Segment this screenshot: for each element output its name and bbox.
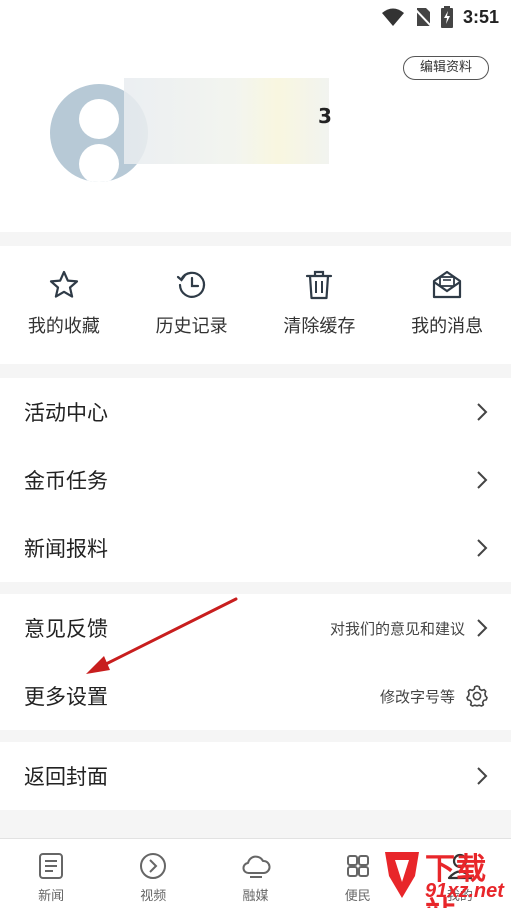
favorites-button[interactable]: 我的收藏 bbox=[0, 246, 128, 364]
chevron-right-icon bbox=[477, 539, 488, 557]
menu-item-more-settings[interactable]: 更多设置 修改字号等 bbox=[0, 662, 511, 730]
menu-group-2: 意见反馈 对我们的意见和建议 更多设置 修改字号等 bbox=[0, 594, 511, 730]
tab-news[interactable]: 新闻 bbox=[0, 839, 102, 908]
battery-charging-icon bbox=[440, 6, 453, 28]
play-icon bbox=[140, 853, 167, 879]
menu-group-3: 返回封面 bbox=[0, 742, 511, 810]
menu-item-label: 更多设置 bbox=[24, 685, 108, 709]
star-icon bbox=[49, 270, 78, 298]
chevron-right-icon bbox=[477, 619, 488, 637]
tab-services[interactable]: 便民 bbox=[307, 839, 409, 908]
menu-item-label: 意见反馈 bbox=[24, 617, 108, 641]
history-button[interactable]: 历史记录 bbox=[128, 246, 256, 364]
profile-header: 编辑资料 3 bbox=[0, 36, 511, 232]
wifi-icon bbox=[381, 8, 404, 26]
username-fragment: 3 bbox=[318, 104, 332, 128]
menu-item-activity-center[interactable]: 活动中心 bbox=[0, 378, 511, 446]
username-redacted bbox=[124, 78, 329, 164]
tab-label: 新闻 bbox=[38, 889, 65, 904]
chevron-right-icon bbox=[477, 471, 488, 489]
history-icon bbox=[176, 271, 205, 298]
mail-icon bbox=[433, 270, 462, 299]
menu-item-feedback[interactable]: 意见反馈 对我们的意见和建议 bbox=[0, 594, 511, 662]
chevron-right-icon bbox=[477, 767, 488, 785]
gear-icon bbox=[466, 685, 488, 707]
news-icon bbox=[39, 853, 64, 879]
menu-item-back-to-cover[interactable]: 返回封面 bbox=[0, 742, 511, 810]
tab-mine[interactable]: 我的 bbox=[409, 839, 511, 908]
tab-label: 融媒 bbox=[242, 889, 269, 904]
menu-item-label: 新闻报料 bbox=[24, 537, 108, 561]
menu-group-1: 活动中心 金币任务 新闻报料 bbox=[0, 378, 511, 582]
menu-item-coin-tasks[interactable]: 金币任务 bbox=[0, 446, 511, 514]
clear-cache-label: 清除缓存 bbox=[283, 316, 356, 337]
trash-icon bbox=[306, 270, 333, 300]
user-icon bbox=[447, 853, 473, 880]
feedback-hint: 对我们的意见和建议 bbox=[329, 619, 465, 638]
tab-media[interactable]: 融媒 bbox=[204, 839, 306, 908]
menu-item-label: 金币任务 bbox=[24, 469, 108, 493]
avatar-shoulder bbox=[79, 144, 119, 182]
no-sim-icon bbox=[414, 8, 431, 27]
tab-video[interactable]: 视频 bbox=[102, 839, 204, 908]
status-icons: 3:51 bbox=[381, 6, 499, 28]
messages-label: 我的消息 bbox=[411, 316, 484, 337]
edit-profile-button[interactable]: 编辑资料 bbox=[402, 56, 489, 80]
tab-label: 便民 bbox=[344, 889, 371, 904]
bottom-tab-bar: 新闻 视频 融媒 便民 我的 bbox=[0, 838, 511, 908]
service-icon bbox=[346, 855, 369, 877]
quick-actions: 我的收藏 历史记录 清除缓存 我的消息 bbox=[0, 246, 511, 364]
chevron-right-icon bbox=[477, 403, 488, 421]
status-bar: 3:51 bbox=[0, 0, 511, 36]
history-label: 历史记录 bbox=[155, 316, 228, 337]
menu-item-label: 活动中心 bbox=[24, 401, 108, 425]
default-avatar-icon bbox=[79, 99, 119, 139]
tab-label: 我的 bbox=[446, 889, 473, 904]
menu-item-news-tips[interactable]: 新闻报料 bbox=[0, 514, 511, 582]
menu-item-label: 返回封面 bbox=[24, 765, 108, 789]
settings-hint: 修改字号等 bbox=[379, 687, 455, 706]
favorites-label: 我的收藏 bbox=[27, 316, 100, 337]
cloud-icon bbox=[241, 855, 270, 878]
messages-button[interactable]: 我的消息 bbox=[383, 246, 511, 364]
status-time: 3:51 bbox=[462, 6, 499, 27]
clear-cache-button[interactable]: 清除缓存 bbox=[256, 246, 384, 364]
tab-label: 视频 bbox=[140, 889, 167, 904]
